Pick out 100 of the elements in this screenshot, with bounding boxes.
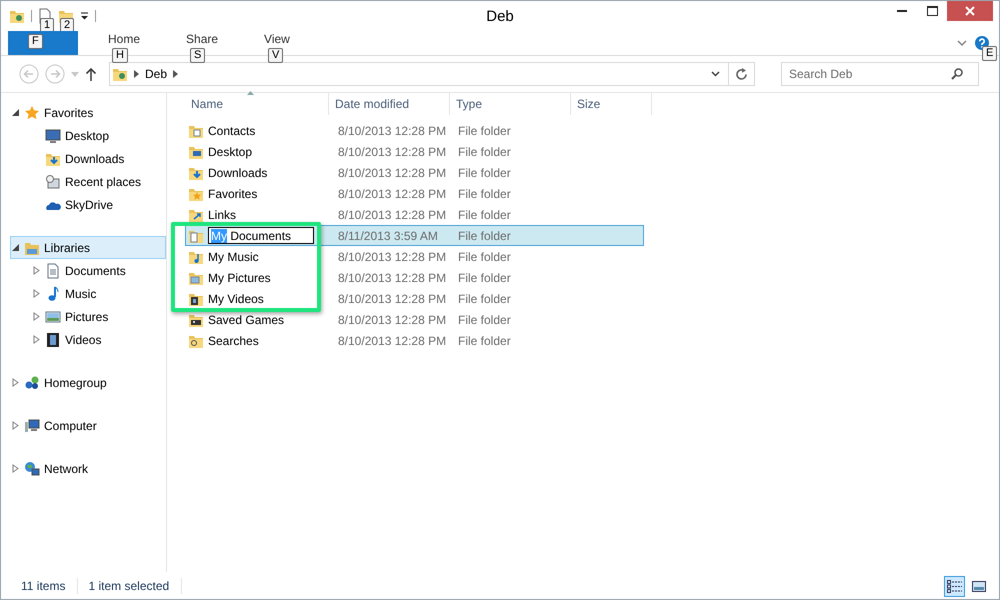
picture-icon xyxy=(972,580,986,592)
collapsed-arrow-icon[interactable] xyxy=(11,421,20,430)
date-modified: 8/11/2013 3:59 AM xyxy=(338,228,438,242)
file-row[interactable]: My Videos 8/10/2013 12:28 PM File folder xyxy=(185,288,644,309)
nav-item[interactable]: Recent places xyxy=(31,170,166,193)
file-name: Saved Games xyxy=(208,312,284,326)
chevron-down-icon[interactable] xyxy=(711,71,720,77)
homegroup-icon xyxy=(24,374,40,390)
dropdown-icon[interactable] xyxy=(80,12,89,20)
keytip: V xyxy=(268,48,284,63)
item-count: 11 items xyxy=(21,579,66,593)
file-row[interactable]: Contacts 8/10/2013 12:28 PM File folder xyxy=(185,120,644,141)
search-field[interactable]: Search Deb xyxy=(781,62,979,86)
date-modified: 8/10/2013 12:28 PM xyxy=(338,250,446,264)
date-modified: 8/10/2013 12:28 PM xyxy=(338,292,446,306)
keytip: S xyxy=(190,48,206,63)
column-header[interactable]: Type xyxy=(450,93,570,115)
collapsed-arrow-icon[interactable] xyxy=(32,312,41,321)
film-strip-icon xyxy=(45,332,61,348)
file-type: File folder xyxy=(458,250,511,264)
breadcrumb-arrow-icon[interactable] xyxy=(134,70,139,78)
column-header[interactable]: Name xyxy=(185,93,328,115)
date-modified: 8/10/2013 12:28 PM xyxy=(338,312,446,326)
minimize-icon xyxy=(897,10,907,12)
file-tab[interactable]: F xyxy=(8,31,78,55)
star-icon xyxy=(24,104,40,120)
sort-arrow-icon xyxy=(247,91,254,95)
user-folder-icon xyxy=(112,66,128,82)
file-name: Favorites xyxy=(208,186,258,200)
close-button[interactable] xyxy=(947,1,993,21)
expanded-arrow-icon[interactable] xyxy=(11,108,20,117)
window-title: Deb xyxy=(486,8,514,25)
file-type: File folder xyxy=(458,186,511,200)
file-type: File folder xyxy=(458,228,511,242)
file-row[interactable]: Desktop 8/10/2013 12:28 PM File folder xyxy=(185,141,644,162)
file-row[interactable]: Downloads 8/10/2013 12:28 PM File folder xyxy=(185,162,644,183)
collapsed-arrow-icon[interactable] xyxy=(11,464,20,473)
nav-item[interactable]: Music xyxy=(31,282,166,305)
date-modified: 8/10/2013 12:28 PM xyxy=(338,166,446,180)
nav-item[interactable]: Downloads xyxy=(31,147,166,170)
file-type: File folder xyxy=(458,334,511,348)
selection-count: 1 item selected xyxy=(88,579,170,593)
file-type: File folder xyxy=(458,208,511,222)
file-type: File folder xyxy=(458,124,511,138)
nav-item[interactable]: Homegroup xyxy=(10,371,166,394)
nav-item[interactable]: Pictures xyxy=(31,305,166,328)
file-type: File folder xyxy=(458,270,511,284)
collapsed-arrow-icon[interactable] xyxy=(32,289,41,298)
column-header[interactable]: Size xyxy=(571,93,651,115)
file-name: Searches xyxy=(208,334,259,348)
collapsed-arrow-icon[interactable] xyxy=(32,335,41,344)
close-icon xyxy=(965,6,975,16)
file-name: Contacts xyxy=(208,124,256,138)
file-row[interactable]: Saved Games 8/10/2013 12:28 PM File folder xyxy=(185,309,644,330)
expanded-arrow-icon[interactable] xyxy=(11,243,20,252)
file-row[interactable]: My Documents 8/11/2013 3:59 AM File folder xyxy=(185,225,644,246)
file-name: My Music xyxy=(208,250,259,264)
file-name: Downloads xyxy=(208,166,268,180)
details-view-button[interactable] xyxy=(944,576,965,596)
breadcrumb[interactable]: Deb xyxy=(145,67,168,81)
file-type: File folder xyxy=(458,144,511,158)
nav-item[interactable]: Videos xyxy=(31,328,166,351)
refresh-icon xyxy=(735,68,748,80)
up-button[interactable] xyxy=(85,67,97,81)
nav-item[interactable]: Libraries xyxy=(10,236,166,259)
file-type: File folder xyxy=(458,312,511,326)
nav-item[interactable]: SkyDrive xyxy=(31,193,166,216)
search-icon[interactable] xyxy=(951,68,963,80)
file-name: Links xyxy=(208,208,236,222)
date-modified: 8/10/2013 12:28 PM xyxy=(338,186,446,200)
file-row[interactable]: Searches 8/10/2013 12:28 PM File folder xyxy=(185,330,644,351)
file-row[interactable]: My Pictures 8/10/2013 12:28 PM File folder xyxy=(185,267,644,288)
keytip: H xyxy=(112,48,128,63)
picture-icon xyxy=(45,308,61,324)
nav-item[interactable]: Documents xyxy=(31,259,166,282)
collapsed-arrow-icon[interactable] xyxy=(11,378,20,387)
details-list-icon xyxy=(947,580,962,592)
nav-item[interactable]: Favorites xyxy=(10,101,166,124)
nav-item[interactable]: Desktop xyxy=(31,124,166,147)
file-name: My Videos xyxy=(208,292,264,306)
file-type: File folder xyxy=(458,292,511,306)
network-icon xyxy=(24,460,40,476)
date-modified: 8/10/2013 12:28 PM xyxy=(338,208,446,222)
rename-field[interactable]: My Documents xyxy=(208,227,314,244)
address-bar[interactable]: Deb xyxy=(109,62,755,86)
nav-item[interactable]: Network xyxy=(10,457,166,480)
document-icon xyxy=(45,262,61,278)
computer-icon xyxy=(24,418,40,434)
column-header[interactable]: Date modified xyxy=(329,93,449,115)
nav-item[interactable]: Computer xyxy=(10,414,166,437)
collapsed-arrow-icon[interactable] xyxy=(32,266,41,275)
file-row[interactable]: Links 8/10/2013 12:28 PM File folder xyxy=(185,204,644,225)
keytip: E xyxy=(982,46,998,61)
file-row[interactable]: Favorites 8/10/2013 12:28 PM File folder xyxy=(185,183,644,204)
breadcrumb-arrow-icon[interactable] xyxy=(173,70,178,78)
file-name: My Pictures xyxy=(208,270,271,284)
file-row[interactable]: My Music 8/10/2013 12:28 PM File folder xyxy=(185,246,644,267)
date-modified: 8/10/2013 12:28 PM xyxy=(338,144,446,158)
keytip: F xyxy=(28,34,43,49)
date-modified: 8/10/2013 12:28 PM xyxy=(338,270,446,284)
